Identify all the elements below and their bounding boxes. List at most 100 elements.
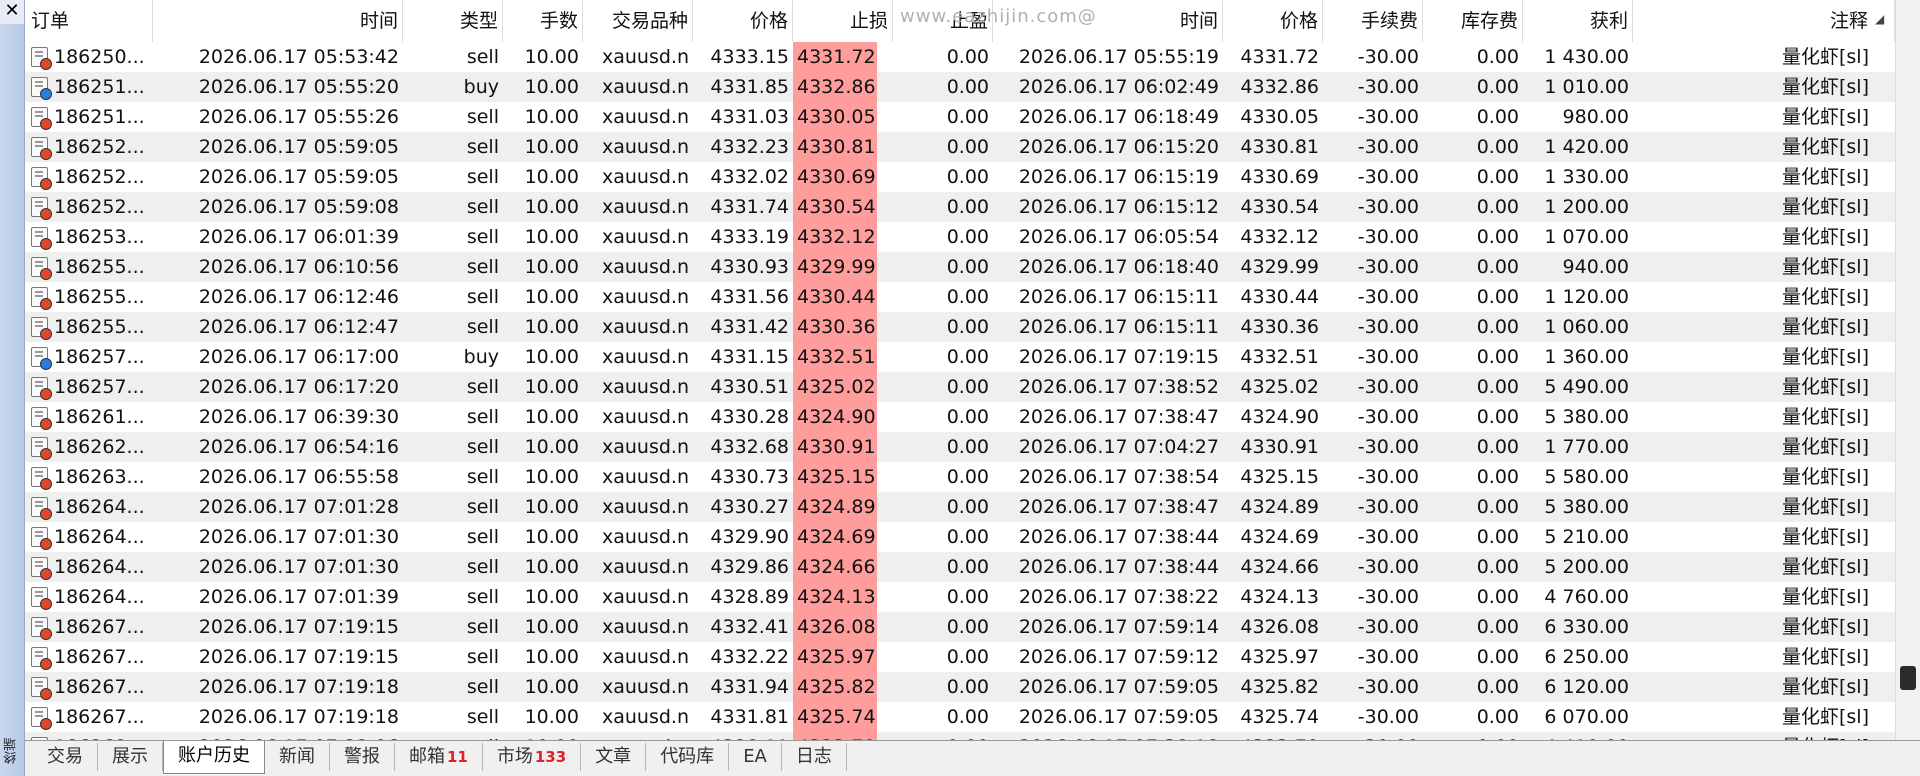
- table-row[interactable]: 186267... 2026.06.17 07:19:15 sell 10.00 xau…: [25, 612, 1895, 642]
- tab-4[interactable]: 警报: [330, 743, 395, 771]
- tab-3[interactable]: 新闻: [265, 743, 330, 771]
- table-row[interactable]: 186264... 2026.06.17 07:01:30 sell 10.00 xau…: [25, 522, 1895, 552]
- table-row[interactable]: 186255... 2026.06.17 06:12:47 sell 10.00 xau…: [25, 312, 1895, 342]
- comment-cell: 量化虾[sl]: [1781, 646, 1869, 668]
- comment-cell: 量化虾[sl]: [1781, 676, 1869, 698]
- tab-9[interactable]: EA: [729, 743, 782, 771]
- table-row[interactable]: 186253... 2026.06.17 06:01:39 sell 10.00 xau…: [25, 222, 1895, 252]
- table-row[interactable]: 186267... 2026.06.17 07:19:18 sell 10.00 xau…: [25, 702, 1895, 732]
- comment-cell: 量化虾[sl]: [1781, 316, 1869, 338]
- close-price-cell: 4324.90: [1240, 406, 1319, 428]
- profit-cell: 1 360.00: [1544, 346, 1629, 368]
- tp-cell: 0.00: [946, 166, 989, 188]
- open-time-cell: 2026.06.17 06:12:46: [198, 286, 399, 308]
- close-time-cell: 2026.06.17 07:38:52: [1018, 376, 1219, 398]
- open-price-cell: 4330.73: [710, 466, 789, 488]
- comment-cell: 量化虾[sl]: [1633, 732, 1895, 740]
- tab-5[interactable]: 邮箱 11: [395, 743, 483, 771]
- table-row[interactable]: 186255... 2026.06.17 06:10:56 sell 10.00 xau…: [25, 252, 1895, 282]
- col-sl[interactable]: 止损: [793, 0, 893, 42]
- commission-cell: -30.00: [1357, 646, 1419, 668]
- lots-cell: 10.00: [524, 436, 579, 458]
- col-lots[interactable]: 手数: [503, 0, 583, 42]
- table-row[interactable]: 186267... 2026.06.17 07:19:18 sell 10.00 xau…: [25, 672, 1895, 702]
- order-number: 186255...: [54, 316, 145, 338]
- vertical-scrollbar[interactable]: [1895, 0, 1920, 740]
- col-comment[interactable]: 注释: [1633, 0, 1895, 42]
- table-row[interactable]: 186263... 2026.06.17 06:55:58 sell 10.00 xau…: [25, 462, 1895, 492]
- tab-7[interactable]: 文章: [581, 743, 647, 771]
- col-open-price[interactable]: 价格: [693, 0, 793, 42]
- order-document-icon: [31, 257, 52, 280]
- table-row[interactable]: 186255... 2026.06.17 06:12:46 sell 10.00 xau…: [25, 282, 1895, 312]
- table-row[interactable]: 186264... 2026.06.17 07:01:30 sell 10.00 xau…: [25, 552, 1895, 582]
- close-time-cell: 2026.06.17 06:18:40: [1018, 256, 1219, 278]
- table-row[interactable]: 186251... 2026.06.17 05:55:26 sell 10.00 xau…: [25, 102, 1895, 132]
- tp-cell: 0.00: [946, 136, 989, 158]
- tab-10[interactable]: 日志: [782, 743, 847, 771]
- open-price-cell: 4330.27: [710, 496, 789, 518]
- scrollbar-thumb[interactable]: [1900, 666, 1916, 690]
- order-document-icon: [31, 677, 52, 700]
- col-symbol[interactable]: 交易品种: [583, 0, 693, 42]
- close-icon[interactable]: ✕: [0, 0, 24, 24]
- commission-cell: -30.00: [1357, 346, 1419, 368]
- tab-0[interactable]: 交易: [33, 743, 98, 771]
- order-cell: 186257...: [25, 342, 153, 372]
- col-open-time[interactable]: 时间: [153, 0, 403, 42]
- sell-dot-icon: [40, 268, 52, 280]
- comment-cell: 量化虾[sl]: [1781, 496, 1869, 518]
- swap-cell: 0.00: [1476, 496, 1519, 518]
- table-row[interactable]: 186257... 2026.06.17 06:17:20 sell 10.00 xau…: [25, 372, 1895, 402]
- sort-arrow-icon[interactable]: ◢: [1875, 12, 1884, 26]
- open-time-cell: 2026.06.17 06:17:20: [198, 376, 399, 398]
- col-swap[interactable]: 库存费: [1423, 0, 1523, 42]
- symbol-cell: xauusd.n: [583, 732, 693, 740]
- tp-cell: 0.00: [946, 226, 989, 248]
- table-row[interactable]: 186252... 2026.06.17 05:59:05 sell 10.00 xau…: [25, 132, 1895, 162]
- table-row[interactable]: 186251... 2026.06.17 05:55:20 buy 10.00 xauu…: [25, 72, 1895, 102]
- table-row[interactable]: 186252... 2026.06.17 05:59:05 sell 10.00 xau…: [25, 162, 1895, 192]
- table-row[interactable]: 186268... 2026.06.17 07:22:06sell10.00xau…: [25, 732, 1895, 740]
- type-cell: sell: [466, 406, 499, 428]
- tab-label: 展示: [112, 746, 148, 767]
- table-row[interactable]: 186252... 2026.06.17 05:59:08 sell 10.00 xau…: [25, 192, 1895, 222]
- tab-label: 新闻: [279, 746, 315, 767]
- col-commission[interactable]: 手续费: [1323, 0, 1423, 42]
- tab-2[interactable]: 账户历史: [163, 741, 265, 774]
- profit-cell: 1 070.00: [1544, 226, 1629, 248]
- sl-cell: 4325.74: [793, 702, 877, 732]
- tab-label: 警报: [344, 746, 380, 767]
- col-order[interactable]: 订单: [25, 0, 153, 42]
- lots-cell: 10.00: [524, 706, 579, 728]
- sl-cell: 4330.05: [793, 102, 877, 132]
- close-price-cell: 4324.89: [1240, 496, 1319, 518]
- swap-cell: 0.00: [1476, 676, 1519, 698]
- table-row[interactable]: 186262... 2026.06.17 06:54:16 sell 10.00 xau…: [25, 432, 1895, 462]
- col-type[interactable]: 类型: [403, 0, 503, 42]
- col-close-price[interactable]: 价格: [1223, 0, 1323, 42]
- order-number: 186264...: [54, 556, 145, 578]
- tab-8[interactable]: 代码库: [646, 743, 730, 771]
- col-profit[interactable]: 获利: [1523, 0, 1633, 42]
- table-row[interactable]: 186250... 2026.06.17 05:53:42 sell 10.00 xau…: [25, 42, 1895, 72]
- lots-cell: 10.00: [524, 346, 579, 368]
- table-row[interactable]: 186257... 2026.06.17 06:17:00 buy 10.00 xauu…: [25, 342, 1895, 372]
- type-cell: sell: [466, 256, 499, 278]
- open-time-cell: 2026.06.17 06:54:16: [198, 436, 399, 458]
- tab-1[interactable]: 展示: [98, 743, 163, 771]
- close-time-cell: 2026.06.17 07:38:18: [993, 732, 1223, 740]
- tab-6[interactable]: 市场 133: [483, 743, 582, 771]
- symbol-cell: xauusd.n: [601, 586, 689, 608]
- close-price-cell: 4325.97: [1240, 646, 1319, 668]
- table-row[interactable]: 186267... 2026.06.17 07:19:15 sell 10.00 xau…: [25, 642, 1895, 672]
- table-row[interactable]: 186261... 2026.06.17 06:39:30 sell 10.00 xau…: [25, 402, 1895, 432]
- close-time-cell: 2026.06.17 06:15:11: [1018, 286, 1219, 308]
- order-cell: 186267...: [25, 612, 153, 642]
- table-row[interactable]: 186264... 2026.06.17 07:01:28 sell 10.00 xau…: [25, 492, 1895, 522]
- table-row[interactable]: 186264... 2026.06.17 07:01:39 sell 10.00 xau…: [25, 582, 1895, 612]
- sl-cell: 4330.81: [793, 132, 877, 162]
- symbol-cell: xauusd.n: [601, 286, 689, 308]
- comment-cell: 量化虾[sl]: [1781, 136, 1869, 158]
- tab-badge: 133: [534, 748, 567, 766]
